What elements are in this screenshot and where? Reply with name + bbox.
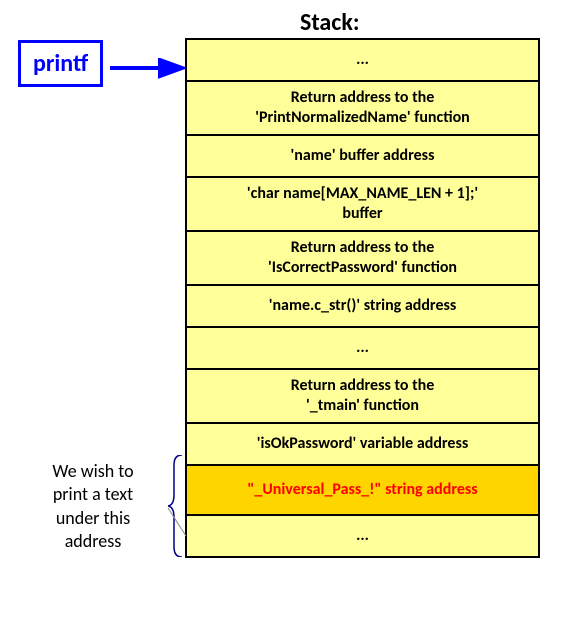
leader-line-icon — [100, 508, 190, 548]
row-line: 'PrintNormalizedName' function — [255, 108, 470, 127]
stack-row-ellipsis-bottom: ... — [187, 516, 538, 556]
stack-row-ellipsis-mid: ... — [187, 328, 538, 370]
stack-title: Stack: — [300, 8, 359, 37]
printf-label: printf — [33, 49, 88, 78]
row-line: 'char name[MAX_NAME_LEN + 1];' — [247, 184, 478, 203]
stack-row-ellipsis-top: ... — [187, 40, 538, 82]
row-line: Return address to the — [291, 88, 435, 107]
annotation-line: We wish to — [52, 460, 133, 482]
stack-row-return-printnormalized: Return address to the 'PrintNormalizedNa… — [187, 82, 538, 136]
row-line: Return address to the — [291, 376, 435, 395]
stack-row-return-tmain: Return address to the '_tmain' function — [187, 370, 538, 424]
stack-row-name-buffer-addr: 'name' buffer address — [187, 136, 538, 178]
printf-box: printf — [18, 40, 103, 87]
stack-container: ... Return address to the 'PrintNormaliz… — [185, 38, 540, 558]
stack-row-universal-pass: "_Universal_Pass_!" string address — [187, 466, 538, 516]
annotation-line: print a text — [53, 483, 133, 505]
row-line: '_tmain' function — [306, 396, 419, 415]
row-line: buffer — [342, 204, 382, 223]
row-line: 'IsCorrectPassword' function — [268, 258, 457, 277]
arrow-icon — [110, 58, 190, 86]
stack-row-name-cstr: 'name.c_str()' string address — [187, 286, 538, 328]
row-line: Return address to the — [291, 238, 435, 257]
stack-row-char-name-buffer: 'char name[MAX_NAME_LEN + 1];' buffer — [187, 178, 538, 232]
stack-row-isokpassword: 'isOkPassword' variable address — [187, 424, 538, 466]
stack-row-return-iscorrectpassword: Return address to the 'IsCorrectPassword… — [187, 232, 538, 286]
